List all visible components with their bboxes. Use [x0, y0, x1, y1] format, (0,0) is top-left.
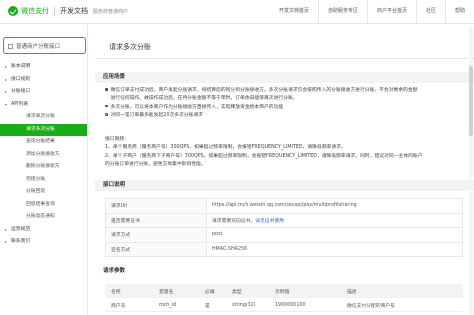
table-value: https://api.mch.weixin.qq.com/secapi/pay…: [206, 198, 463, 214]
chevron-right-icon: ▸: [5, 76, 8, 82]
sidebar-item-rules[interactable]: ▸ 接口规则: [0, 74, 87, 87]
sidebar-item-label: 接口规则: [11, 76, 31, 82]
logo-text: 微信支付: [21, 7, 49, 15]
table-cell: 1900000100: [275, 302, 306, 308]
sidebar-item-label: 账本说明: [11, 64, 31, 69]
bullet-icon: [105, 88, 108, 91]
sidebar-title-label: 普通商户分账接口: [16, 44, 61, 50]
sidebar: 普通商户分账接口 ▸ 账本说明 ▸ 接口规则 ▸ 分账接口 ▾ API列表 请求单次分账…: [0, 24, 88, 315]
scene-line-2: 进行任何操作。故操作成功后，在待分账金额不等于零时，订单依旧能够再次进行分账。: [105, 95, 467, 103]
limit-line: 的分账订单进行分账，避免交易集中影响性能。: [105, 161, 206, 167]
table-row: 是否需要证书 请求需要双向证书。详见证书使用: [105, 212, 463, 228]
sidebar-item-label: 联系我们: [11, 239, 31, 244]
table-row: 商户号 mch_id 是 string(32) 1900000100 微信支付分…: [105, 299, 463, 312]
sidebar-title[interactable]: 普通商户分账接口: [8, 42, 60, 50]
sidebar-item-label: API列表: [11, 101, 29, 107]
scene-line-3: 多次分账，可以将本商户作为分账接收方直接传入，实现释放资金给本商户的功能: [105, 104, 467, 112]
divider: [95, 58, 474, 59]
nav-doc-home[interactable]: 开发文档首页: [270, 0, 318, 23]
col-header: 必填: [205, 289, 215, 295]
scene-line-text: 进行任何操作。故操作成功后，在待分账金额不等于零时，订单依旧能够再次进行分账。: [110, 96, 298, 102]
table-cell: 是: [205, 303, 210, 309]
scene-line-4: 对同一笔订单最多能发起20次多次分账请求: [105, 112, 467, 120]
table-value: HMAC-SHA256: [206, 241, 463, 257]
chevron-right-icon: ▸: [5, 64, 8, 69]
sidebar-item-notify[interactable]: 分账动态通知: [0, 211, 87, 224]
table-row: 请求Url https://api.mch.weixin.qq.com/secap…: [105, 198, 463, 214]
sidebar-item-contact[interactable]: ▸ 联系我们: [0, 236, 87, 249]
sidebar-item-api-list[interactable]: ▾ API列表: [0, 99, 87, 112]
nav-help[interactable]: 帮助: [444, 0, 474, 23]
chevron-right-icon: ▸: [5, 239, 8, 244]
sidebar-item-ops-spec[interactable]: ▸ 运营规范: [0, 224, 87, 237]
divider: [54, 6, 55, 16]
scene-text: 微信订单支付成功后，商户发起分账请求，将结算后的钱分到分账接收方。多次分账请求仅…: [105, 87, 467, 120]
page-title: 请求多次分账: [109, 43, 151, 51]
limit-line: 1、单个服务商（服务商户号）300QPS，如果超过频率限制，会报错FREQUEN…: [105, 145, 346, 151]
sidebar-list: ▸ 账本说明 ▸ 接口规则 ▸ 分账接口 ▾ API列表 请求单次分账 请求多次分账 查…: [0, 61, 87, 249]
bullet-icon: [105, 113, 108, 116]
table-key: 请求方式: [105, 227, 207, 243]
doc-title: 开发文档: [60, 7, 88, 15]
table-value: post: [206, 227, 463, 243]
sub-title: 服务商普通商户: [93, 8, 129, 15]
cert-text: 请求需要双向证书。: [212, 218, 256, 224]
col-header: 类型: [232, 289, 242, 295]
table-key: 是否需要证书: [105, 212, 207, 228]
sidebar-item-single-split[interactable]: 请求单次分账: [0, 111, 87, 124]
table-value: 请求需要双向证书。详见证书使用: [206, 212, 463, 228]
sidebar-item-multi-split[interactable]: 请求多次分账: [0, 123, 87, 136]
nav-self-service[interactable]: 自助服务专区: [317, 0, 367, 23]
nav-merchant-home[interactable]: 商户平台首页: [366, 0, 416, 23]
col-header: 名称: [111, 289, 121, 295]
table-row: 请求方式 post: [105, 227, 463, 243]
section-scene: 应用场景: [95, 72, 474, 83]
sidebar-item-add-receiver[interactable]: 添加分账接收方: [0, 149, 87, 162]
table-key: 请求Url: [105, 198, 207, 214]
scrollbar[interactable]: [469, 26, 473, 315]
sidebar-item-account[interactable]: ▸ 账本说明: [0, 61, 87, 74]
chevron-right-icon: ▸: [5, 226, 8, 232]
col-header: 变量名: [159, 289, 174, 295]
sidebar-item-finish[interactable]: 完结分账: [0, 174, 87, 187]
chevron-down-icon: ▾: [5, 101, 8, 107]
cert-link[interactable]: 详见证书使用: [255, 219, 284, 224]
api-info-table: 请求Url https://api.mch.weixin.qq.com/secap…: [105, 198, 463, 257]
sidebar-item-return-query[interactable]: 回退结果查询: [0, 199, 87, 212]
chevron-right-icon: ▸: [5, 89, 8, 94]
table-row: 签名方式 HMAC-SHA256: [105, 241, 463, 257]
limit-text: 接口限频： 1、单个服务商（服务商户号）300QPS，如果超过频率限制，会报错F…: [105, 136, 467, 169]
sidebar-item-return[interactable]: 分账回退: [0, 186, 87, 199]
sidebar-item-label: 分账接口: [11, 89, 31, 94]
scene-line-1: 微信订单支付成功后，商户发起分账请求，将结算后的钱分到分账接收方。多次分账请求仅…: [105, 87, 467, 95]
nav-community[interactable]: 社区: [415, 0, 445, 23]
sidebar-item-profit-api[interactable]: ▸ 分账接口: [0, 86, 87, 99]
section-params: 请求参数: [95, 266, 474, 277]
section-api: 接口说明: [95, 180, 474, 191]
table-cell: 商户号: [111, 303, 126, 309]
logo[interactable]: 微信支付 开发文档 服务商普通商户: [8, 6, 128, 16]
bullet-icon: [105, 104, 108, 108]
sidebar-item-label: 运营规范: [11, 226, 31, 232]
params-header: 名称 变量名 必填 类型 示例值 描述: [105, 284, 463, 298]
col-header: 描述: [347, 289, 357, 295]
table-cell: 微信支付分配的商户号: [347, 303, 395, 309]
sidebar-item-query-result[interactable]: 查询分账结果: [0, 136, 87, 149]
limit-line: 2、单个子商户（服务商下子商户号）300QPS，如果超过频率限制，会报错FREQ…: [105, 153, 423, 159]
col-header: 示例值: [275, 289, 290, 295]
table-cell: mch_id: [159, 302, 177, 308]
top-nav: 开发文档首页 自助服务专区 商户平台首页 社区 帮助: [270, 0, 474, 23]
square-icon: [8, 43, 13, 49]
main-content: 请求多次分账 应用场景 微信订单支付成功后，商户发起分账请求，将结算后的钱分到分…: [95, 24, 474, 315]
scene-line-text: 微信订单支付成功后，商户发起分账请求，将结算后的钱分到分账接收方。多次分账请求仅…: [110, 88, 418, 93]
limit-line: 接口限频：: [105, 137, 129, 142]
scrollbar-thumb[interactable]: [469, 66, 473, 136]
scene-line-text: 多次分账，可以将本商户作为分账接收方直接传入，实现释放资金给本商户的功能: [110, 104, 284, 110]
top-bar: 微信支付 开发文档 服务商普通商户 开发文档首页 自助服务专区 商户平台首页 社…: [0, 0, 474, 24]
table-key: 签名方式: [105, 241, 207, 257]
scene-line-text: 对同一笔订单最多能发起20次多次分账请求: [110, 112, 203, 118]
table-cell: string(32): [232, 302, 256, 308]
sidebar-item-remove-receiver[interactable]: 删除分账接收方: [0, 161, 87, 174]
wechat-pay-logo-icon: [8, 6, 18, 16]
